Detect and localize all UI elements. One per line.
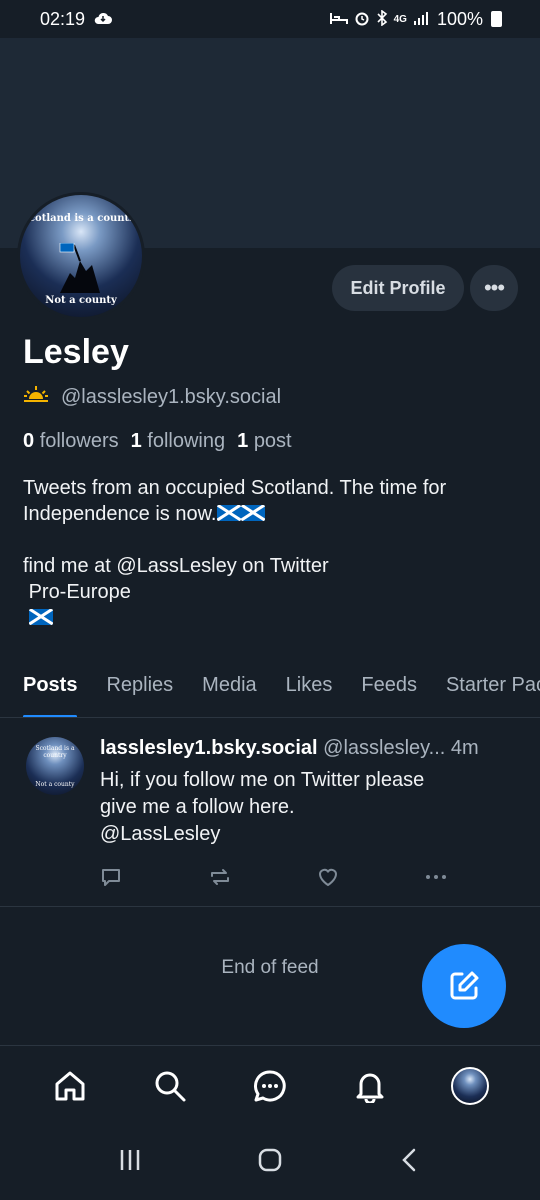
post-actions (100, 864, 532, 890)
bio-line: Independence is now. (23, 501, 523, 527)
posts-stat: 1 post (237, 430, 292, 452)
post-author[interactable]: lasslesley1.bsky.social (100, 737, 318, 759)
profile-handle: @lasslesley1.bsky.social (61, 385, 282, 408)
cloud-icon (93, 9, 113, 30)
like-button[interactable] (316, 864, 424, 890)
sunrise-icon (23, 385, 49, 409)
scotland-flag-icon (240, 505, 265, 521)
bio-line[interactable]: find me at @LassLesley on Twitter (23, 553, 523, 579)
post-time: 4m (450, 737, 479, 759)
battery-percent: 100% (436, 8, 483, 29)
bio-line (23, 605, 523, 631)
signal-icon (413, 11, 429, 28)
profile-name: Lesley (23, 333, 129, 371)
feed-post[interactable]: Scotland is a country Not a county lassl… (0, 719, 540, 907)
status-bar: 02:19 4G 100% (0, 0, 540, 38)
tab-feeds[interactable]: Feeds (361, 668, 417, 717)
post-text: Hi, if you follow me on Twitter please g… (100, 769, 425, 845)
tab-likes[interactable]: Likes (286, 668, 333, 717)
status-time: 02:19 (40, 8, 86, 29)
heart-icon (318, 868, 338, 887)
nav-chat[interactable] (240, 1056, 300, 1116)
following-stat[interactable]: 1 following (131, 430, 226, 453)
post-more-button[interactable] (424, 864, 532, 890)
network-label: 4G (393, 13, 407, 25)
scotland-flag-icon (28, 609, 53, 625)
chat-icon (254, 1069, 286, 1101)
followers-stat[interactable]: 0 followers (23, 430, 119, 453)
avatar-silhouette-image (59, 243, 100, 293)
back-button[interactable] (397, 1147, 423, 1178)
profile-bio: Tweets from an occupied Scotland. The ti… (23, 475, 523, 631)
tab-media[interactable]: Media (202, 668, 256, 717)
bottom-navigation (0, 1045, 540, 1125)
compose-button[interactable] (422, 944, 506, 1028)
avatar-caption-top: Scotland is a country (21, 213, 141, 224)
profile-avatar[interactable]: Scotland is a country Not a county (17, 192, 145, 320)
back-chevron-icon (402, 1148, 416, 1172)
battery-icon (491, 11, 502, 27)
system-navigation (0, 1125, 540, 1200)
compose-icon (450, 971, 479, 1000)
bio-line: Pro-Europe (23, 581, 131, 603)
avatar-caption-bottom: Not a county (45, 295, 117, 306)
repost-icon (211, 869, 229, 885)
post-avatar[interactable]: Scotland is a country Not a county (26, 737, 84, 795)
sleep-icon (329, 11, 348, 28)
tab-replies[interactable]: Replies (106, 668, 173, 717)
home-system-button[interactable] (257, 1147, 283, 1178)
nav-notifications[interactable] (340, 1056, 400, 1116)
reply-button[interactable] (100, 864, 208, 890)
home-icon (55, 1071, 85, 1100)
profile-handle-row: @lasslesley1.bsky.social (23, 385, 281, 409)
tab-posts[interactable]: Posts (23, 668, 78, 717)
reply-icon (102, 869, 120, 886)
search-icon (155, 1071, 186, 1101)
ellipsis-icon: ••• (483, 275, 505, 300)
home-circle-icon (258, 1148, 282, 1172)
recent-apps-button[interactable] (117, 1147, 143, 1178)
repost-button[interactable] (208, 864, 316, 890)
edit-profile-button[interactable]: Edit Profile (332, 265, 464, 311)
nav-profile[interactable] (440, 1056, 500, 1116)
post-header: lasslesley1.bsky.social @lasslesley... 4… (100, 737, 530, 760)
post-avatar-caption-top: Scotland is a country (35, 745, 75, 759)
post-avatar-caption-bottom: Not a county (35, 781, 75, 788)
bio-blank-line (23, 527, 523, 553)
bio-line: Tweets from an occupied Scotland. The ti… (23, 477, 447, 499)
nav-home[interactable] (40, 1056, 100, 1116)
profile-stats: 0 followers 1 following 1 post (23, 430, 292, 453)
nav-search[interactable] (140, 1056, 200, 1116)
more-options-button[interactable]: ••• (470, 265, 518, 311)
scotland-flag-icon (216, 505, 241, 521)
ellipsis-icon (426, 875, 446, 879)
bluetooth-icon (376, 8, 388, 29)
recent-apps-icon (120, 1150, 140, 1170)
profile-tabs: Posts Replies Media Likes Feeds Starter … (0, 668, 540, 718)
post-handle[interactable]: @lasslesley... (323, 737, 445, 759)
tab-starter-packs[interactable]: Starter Packs (446, 668, 540, 717)
nav-profile-avatar (451, 1066, 489, 1105)
alarm-icon (354, 10, 370, 29)
bell-icon (356, 1073, 384, 1103)
